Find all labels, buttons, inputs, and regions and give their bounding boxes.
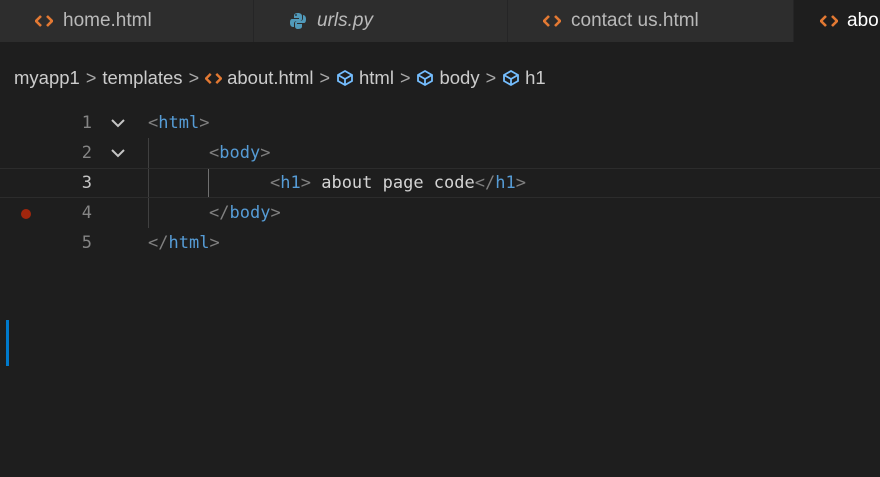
tab-home-html[interactable]: home.html <box>0 0 254 42</box>
tab-label: about.html <box>847 10 880 31</box>
breadcrumb-separator: > <box>399 67 411 88</box>
code-content: </html> <box>148 233 220 253</box>
breadcrumb-separator: > <box>188 67 200 88</box>
breadcrumb-label: templates <box>102 67 183 88</box>
tab-bar: home.html urls.py contact us.html about.… <box>0 0 880 42</box>
breadcrumb: myapp1 > templates > about.html > html >… <box>14 64 546 92</box>
chevron-down-icon[interactable] <box>110 145 126 161</box>
tab-label: urls.py <box>317 10 373 31</box>
breadcrumb-label: about.html <box>227 67 314 88</box>
html-brackets-icon <box>542 11 562 31</box>
line-number: 4 <box>81 203 92 223</box>
python-icon <box>288 11 308 31</box>
html-brackets-icon <box>34 11 54 31</box>
symbol-element-icon <box>416 69 434 87</box>
breadcrumb-item-h1[interactable]: h1 <box>502 67 546 89</box>
breadcrumb-separator: > <box>485 67 497 88</box>
html-brackets-icon <box>205 72 223 85</box>
line-number: 5 <box>81 233 92 253</box>
code-content: </body> <box>209 203 281 223</box>
symbol-element-icon <box>336 69 354 87</box>
breadcrumb-separator: > <box>85 67 97 88</box>
code-content: <html> <box>148 113 210 133</box>
line-number: 2 <box>81 143 92 163</box>
html-brackets-icon <box>820 11 838 31</box>
breadcrumb-label: myapp1 <box>14 67 80 88</box>
symbol-element-icon <box>502 69 520 87</box>
breakpoint-icon[interactable] <box>21 209 31 219</box>
editor-window: home.html urls.py contact us.html about.… <box>0 0 880 477</box>
tab-about-html[interactable]: about.html <box>794 0 880 42</box>
code-line[interactable]: 2 <body> <box>0 138 880 168</box>
code-line[interactable]: 4 </body> <box>0 198 880 228</box>
line-number: 3 <box>81 173 92 193</box>
code-line[interactable]: 5 </html> <box>0 228 880 258</box>
chevron-down-icon[interactable] <box>110 115 126 131</box>
tab-urls-py[interactable]: urls.py <box>254 0 508 42</box>
tab-label: contact us.html <box>571 10 699 31</box>
breadcrumb-item-about-html[interactable]: about.html <box>205 67 313 89</box>
tab-contact-us-html[interactable]: contact us.html <box>508 0 794 42</box>
code-content: <body> <box>209 143 271 163</box>
breadcrumb-label: h1 <box>525 67 546 88</box>
code-editor[interactable]: 1 <html> 2 <body> 3 <h1> about page code… <box>0 108 880 308</box>
code-content: <h1> about page code</h1> <box>270 173 526 193</box>
breadcrumb-label: html <box>358 67 394 88</box>
line-number: 1 <box>81 113 92 133</box>
breadcrumb-item-myapp1[interactable]: myapp1 <box>14 67 80 89</box>
breadcrumb-label: body <box>439 67 480 88</box>
breadcrumb-separator: > <box>319 67 330 88</box>
code-line[interactable]: 1 <html> <box>0 108 880 138</box>
code-line-current[interactable]: 3 <h1> about page code</h1> <box>0 168 880 198</box>
breadcrumb-item-templates[interactable]: templates <box>102 67 182 89</box>
tab-label: home.html <box>63 10 152 31</box>
breadcrumb-item-body[interactable]: body <box>416 67 480 89</box>
scroll-position-marker <box>6 320 9 366</box>
breadcrumb-item-html[interactable]: html <box>336 67 394 89</box>
